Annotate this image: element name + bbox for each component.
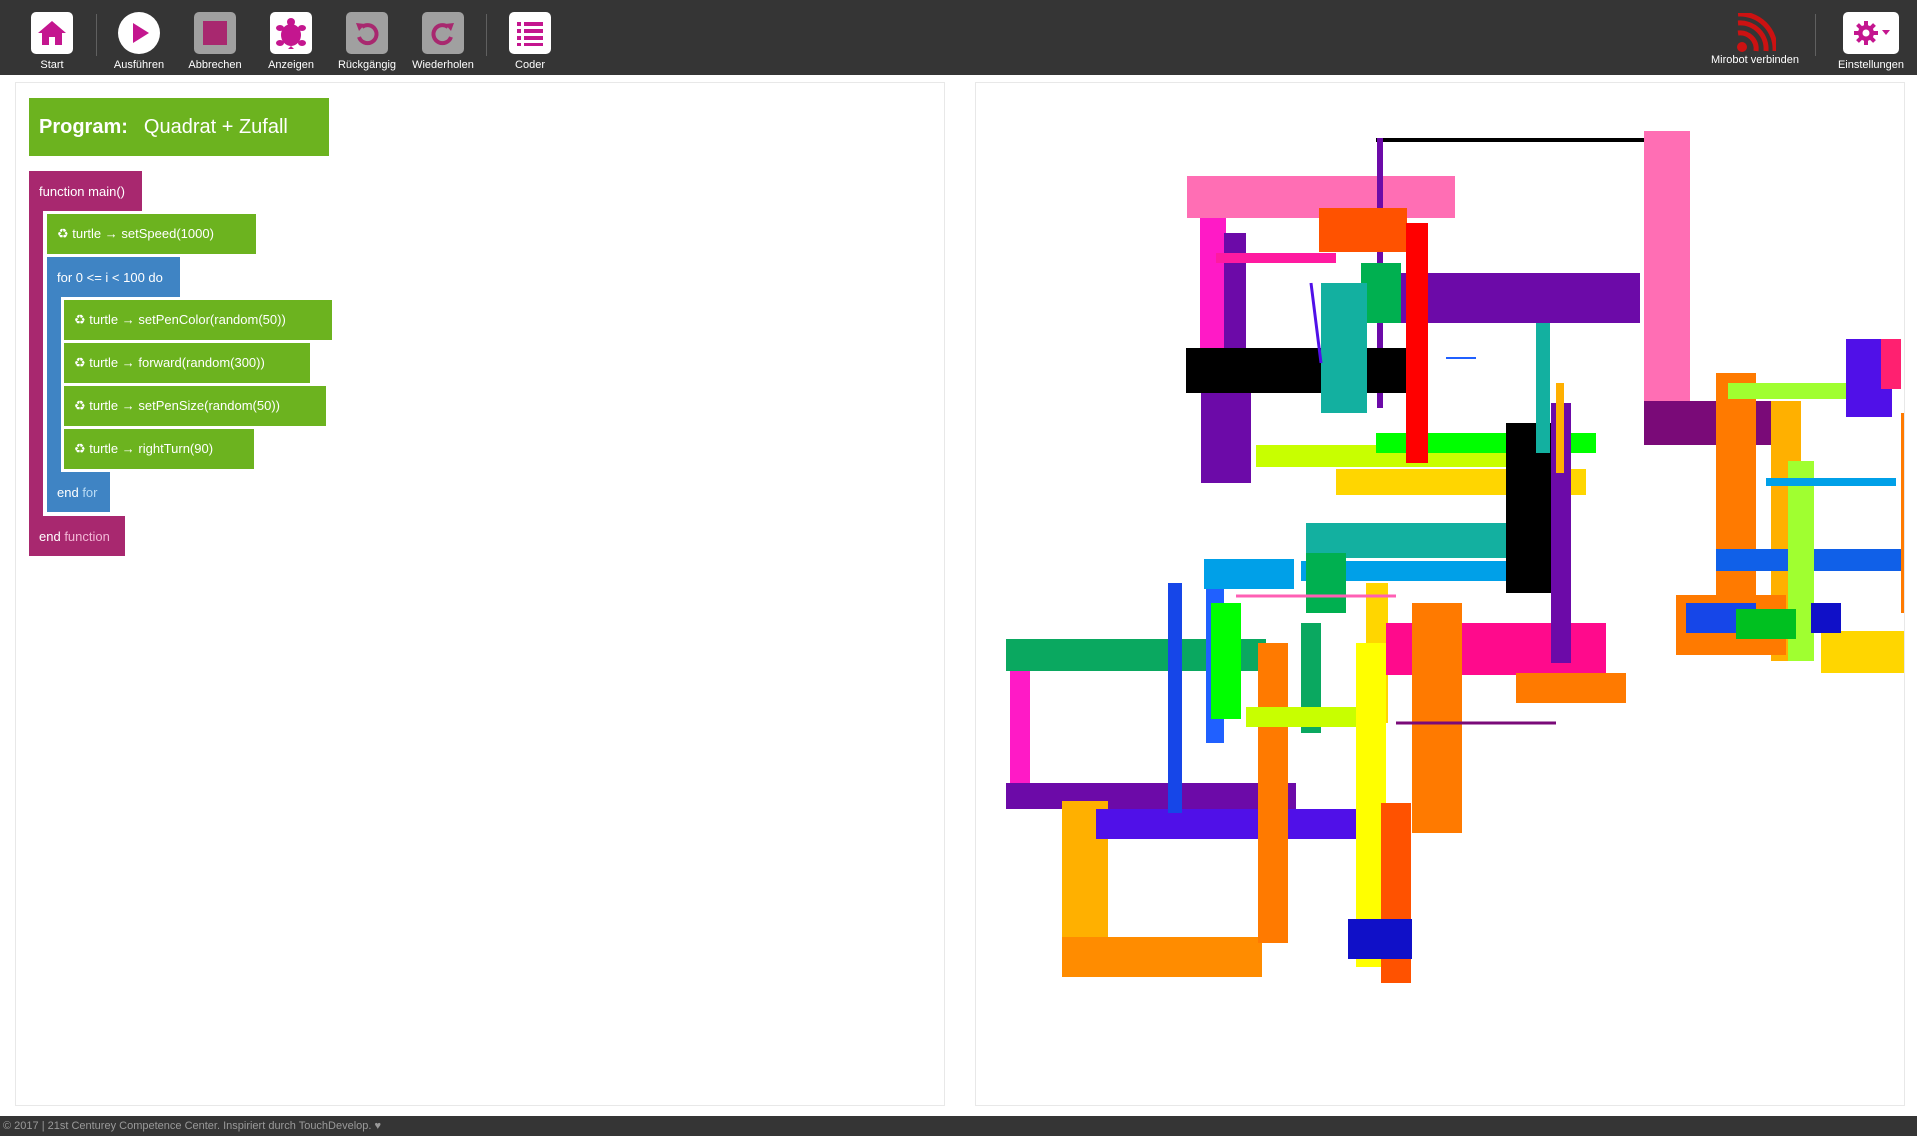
forward-statement[interactable]: ♻ turtle → forward(random(300)) xyxy=(64,343,310,383)
forward-text: ♻ turtle → forward(random(300)) xyxy=(74,355,265,370)
footer: © 2017 | 21st Centurey Competence Center… xyxy=(0,1116,1917,1136)
redo-button[interactable]: Wiederholen xyxy=(405,12,481,74)
pen-stroke xyxy=(1258,643,1288,943)
pen-stroke xyxy=(1096,809,1356,839)
function-main-text: function main() xyxy=(39,183,125,199)
footer-text: © 2017 | 21st Centurey Competence Center… xyxy=(3,1120,382,1132)
list-icon xyxy=(509,12,551,54)
pen-stroke xyxy=(1644,401,1784,445)
pen-stroke xyxy=(1901,413,1904,613)
pen-stroke xyxy=(1536,323,1550,453)
turtle-drawing-canvas xyxy=(1006,131,1904,983)
pen-stroke xyxy=(1348,919,1412,959)
set-pen-color-text: ♻ turtle → setPenColor(random(50)) xyxy=(74,312,286,327)
pen-stroke xyxy=(1412,603,1462,833)
show-button[interactable]: Anzeigen xyxy=(253,12,329,74)
wifi-icon xyxy=(1734,12,1776,54)
settings-label: Einstellungen xyxy=(1837,59,1905,71)
set-pen-size-statement[interactable]: ♻ turtle → setPenSize(random(50)) xyxy=(64,386,326,426)
gear-icon xyxy=(1853,21,1878,45)
pen-stroke xyxy=(1006,783,1296,809)
pen-stroke xyxy=(1200,218,1226,358)
set-pen-size-text: ♻ turtle → setPenSize(random(50)) xyxy=(74,398,281,413)
run-label: Ausführen xyxy=(113,59,165,71)
turtle-icon xyxy=(270,12,312,54)
end-for-label: for xyxy=(78,484,98,500)
pen-stroke xyxy=(1186,348,1416,393)
function-block-spine xyxy=(29,171,43,556)
right-turn-statement[interactable]: ♻ turtle → rightTurn(90) xyxy=(64,429,254,469)
for-loop-text: for 0 <= i < 100 do xyxy=(57,269,163,285)
pen-stroke xyxy=(1811,603,1841,633)
function-main-block[interactable]: function main() xyxy=(29,171,142,211)
abort-button[interactable]: Abbrechen xyxy=(177,12,253,74)
pen-stroke xyxy=(1736,609,1796,639)
end-function-block[interactable]: end function xyxy=(29,516,125,556)
mirobot-label: Mirobot verbinden xyxy=(1710,54,1800,66)
pen-stroke xyxy=(1211,603,1241,719)
caret-down-icon xyxy=(1881,30,1890,35)
program-header[interactable]: Program: Quadrat + Zufall xyxy=(29,98,329,156)
pen-stroke xyxy=(1406,223,1428,463)
pen-stroke xyxy=(1716,373,1756,633)
program-name: Quadrat + Zufall xyxy=(143,115,288,138)
toolbar-divider xyxy=(96,14,97,56)
start-label: Start xyxy=(40,59,64,71)
pen-stroke xyxy=(1224,233,1246,361)
coder-label: Coder xyxy=(515,59,545,71)
mirobot-connect-button[interactable]: Mirobot verbinden xyxy=(1707,12,1803,74)
pen-stroke xyxy=(1881,339,1901,389)
stop-icon xyxy=(194,12,236,54)
toolbar-divider xyxy=(1815,14,1816,56)
end-for-block[interactable]: end for xyxy=(47,472,110,512)
pen-stroke xyxy=(1201,393,1251,483)
show-label: Anzeigen xyxy=(268,59,314,71)
pen-stroke xyxy=(1644,131,1690,401)
pen-stroke xyxy=(1010,671,1030,791)
home-icon xyxy=(31,12,73,54)
undo-label: Rückgängig xyxy=(337,59,397,71)
pen-stroke xyxy=(1062,937,1262,977)
pen-stroke xyxy=(1766,478,1896,486)
start-button[interactable]: Start xyxy=(14,12,90,74)
pen-stroke xyxy=(1376,138,1644,142)
pen-stroke xyxy=(1556,383,1564,473)
redo-label: Wiederholen xyxy=(412,59,474,71)
turtle-canvas-panel xyxy=(975,82,1905,1106)
pen-stroke xyxy=(1168,583,1182,813)
end-for-keyword: end xyxy=(57,484,79,500)
pen-stroke xyxy=(1204,559,1294,589)
end-function-keyword: end xyxy=(39,528,61,544)
pen-stroke xyxy=(1306,553,1346,613)
right-turn-text: ♻ turtle → rightTurn(90) xyxy=(74,441,214,456)
code-editor-panel: Program: Quadrat + Zufall function main(… xyxy=(15,82,945,1106)
set-pen-color-statement[interactable]: ♻ turtle → setPenColor(random(50)) xyxy=(64,300,332,340)
pen-stroke xyxy=(1216,253,1336,263)
run-button[interactable]: Ausführen xyxy=(101,12,177,74)
pen-stroke xyxy=(1319,208,1407,252)
set-speed-statement[interactable]: ♻ turtle → setSpeed(1000) xyxy=(47,214,256,254)
settings-dropdown[interactable] xyxy=(1843,12,1899,54)
pen-stroke xyxy=(1821,631,1904,673)
toolbar: Start Ausführen Abbrechen Anzeigen Rückg… xyxy=(0,0,1917,75)
for-loop-block[interactable]: for 0 <= i < 100 do xyxy=(47,257,180,297)
play-icon xyxy=(118,12,160,54)
set-speed-text: ♻ turtle → setSpeed(1000) xyxy=(57,226,214,241)
redo-icon xyxy=(422,12,464,54)
pen-stroke xyxy=(1516,673,1626,703)
undo-button[interactable]: Rückgängig xyxy=(329,12,405,74)
coder-button[interactable]: Coder xyxy=(492,12,568,74)
pen-stroke xyxy=(1321,283,1367,413)
settings-button[interactable]: Einstellungen xyxy=(1831,12,1911,74)
toolbar-divider xyxy=(486,14,487,56)
abort-label: Abbrechen xyxy=(188,59,242,71)
end-function-label: function xyxy=(60,528,110,544)
undo-icon xyxy=(346,12,388,54)
program-label: Program: xyxy=(39,115,128,138)
